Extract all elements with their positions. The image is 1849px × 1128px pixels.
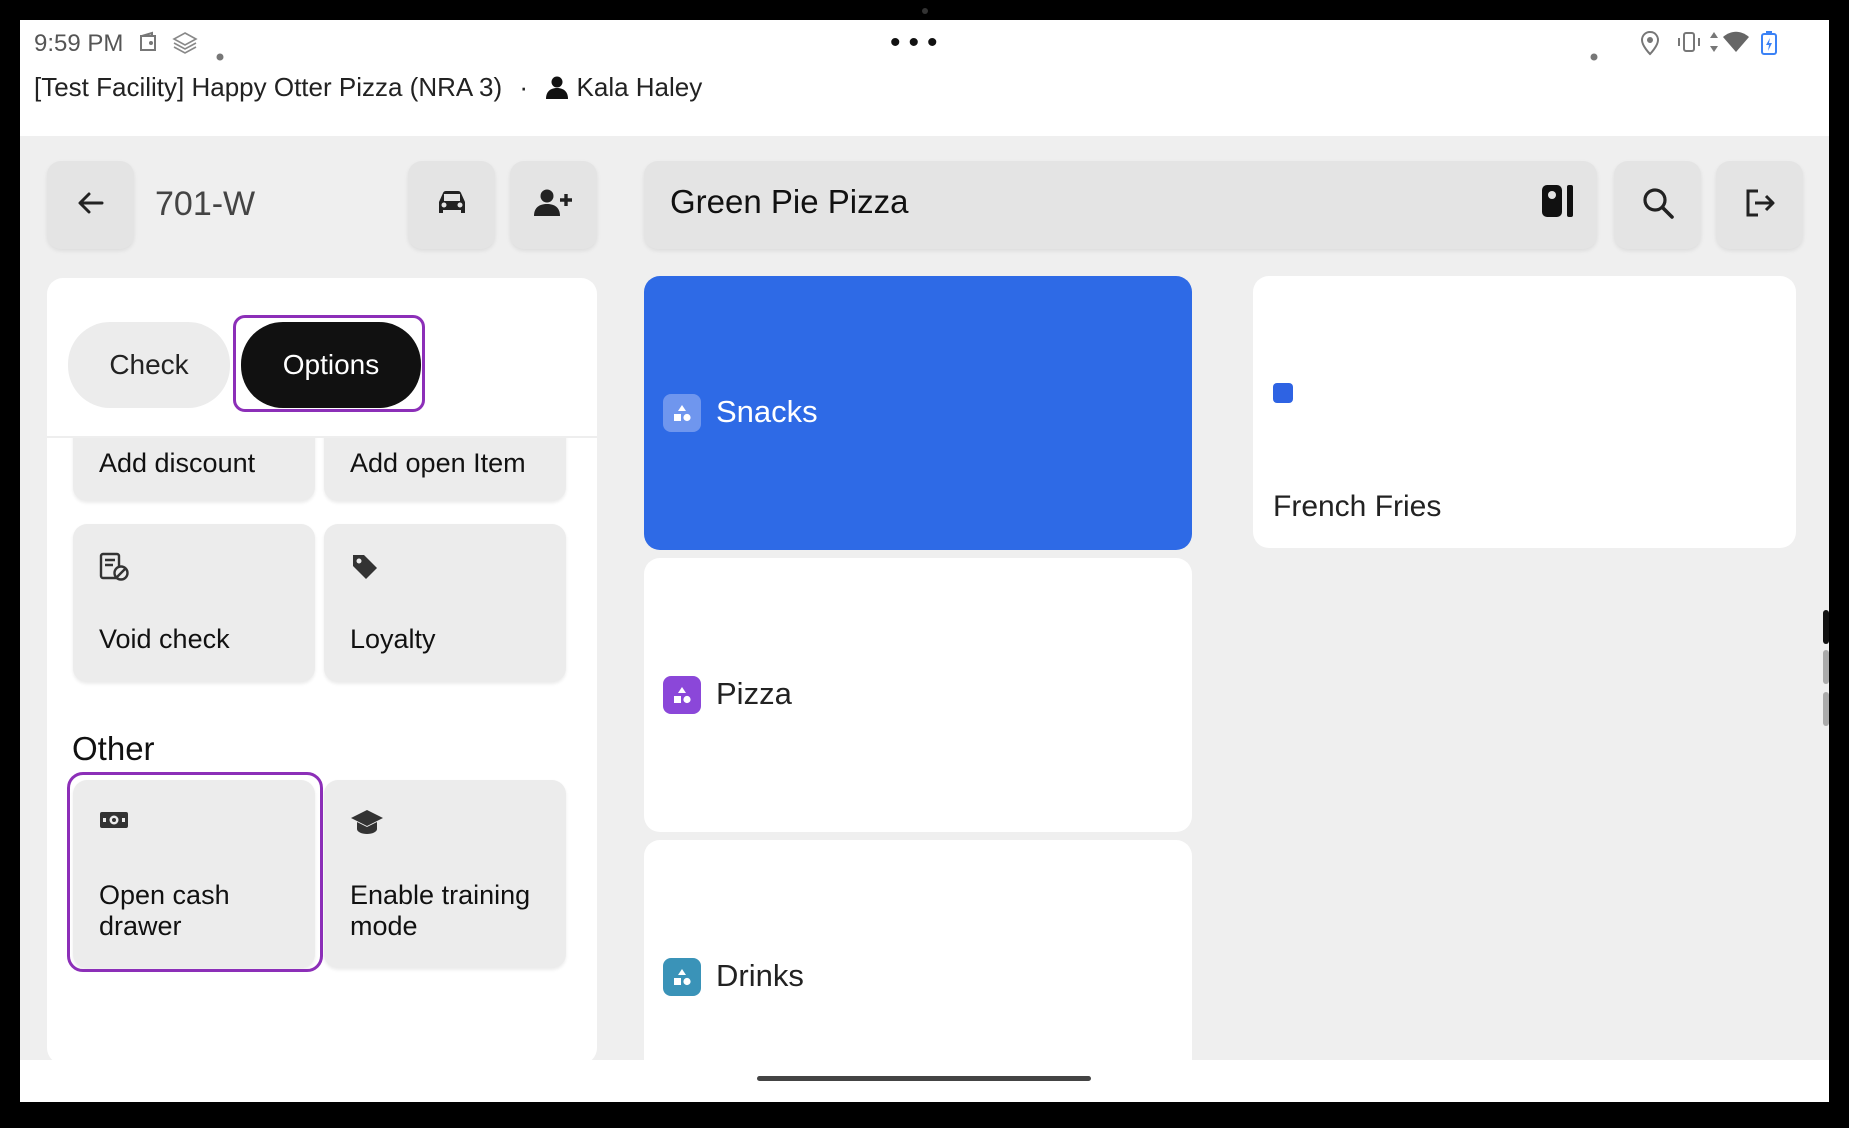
more-dots: •••: [890, 26, 946, 59]
item-color-swatch: [1273, 383, 1293, 403]
panel-toggle-icon[interactable]: [1541, 183, 1575, 224]
category-name-pizza: Pizza: [716, 676, 792, 711]
enable-training-mode-label: Enable training mode: [350, 880, 531, 941]
add-discount-label: Add discount: [99, 448, 256, 478]
system-nav-bar: [20, 1060, 1829, 1102]
camera-dot: [922, 8, 928, 14]
person-icon: [545, 75, 569, 106]
add-open-item-button[interactable]: Add open Item: [324, 438, 566, 501]
vibrate-icon: [1676, 30, 1702, 61]
side-handle: [1823, 610, 1829, 644]
car-button[interactable]: [408, 161, 495, 249]
add-guest-button[interactable]: [510, 161, 597, 249]
table-name: 701-W: [155, 185, 256, 223]
data-arrows-icon: [1708, 30, 1720, 61]
wifi-icon: [1722, 30, 1750, 61]
home-indicator[interactable]: [757, 1076, 1091, 1081]
enable-training-mode-button[interactable]: Enable training mode: [324, 780, 566, 968]
notification-dot-icon: [1590, 40, 1598, 68]
wallet-icon: [138, 30, 160, 61]
notification-dot-icon: [216, 40, 224, 68]
other-heading: Other: [72, 730, 155, 767]
facility-name: [Test Facility] Happy Otter Pizza (NRA 3…: [34, 72, 503, 102]
title-separator: ·: [519, 72, 529, 102]
tab-options-highlight: [233, 315, 425, 412]
category-badge-icon: [663, 394, 701, 432]
side-handle: [1823, 692, 1829, 726]
status-time: 9:59 PM: [34, 30, 124, 57]
search-icon: [1641, 186, 1675, 225]
user-name: Kala Haley: [576, 72, 703, 102]
void-check-label: Void check: [99, 624, 230, 654]
facility-title: [Test Facility] Happy Otter Pizza (NRA 3…: [34, 72, 702, 106]
void-receipt-icon: [99, 552, 131, 587]
back-button[interactable]: [47, 161, 134, 249]
graduation-cap-icon: [350, 808, 384, 841]
side-handle: [1823, 650, 1829, 684]
car-icon: [435, 188, 469, 223]
logout-icon: [1744, 188, 1776, 223]
category-badge-icon: [663, 676, 701, 714]
menu-item-name: French Fries: [1273, 490, 1442, 523]
add-open-item-label: Add open Item: [350, 448, 526, 478]
category-card-pizza[interactable]: Pizza: [644, 558, 1192, 832]
tag-icon: [350, 552, 380, 587]
category-badge-icon: [663, 958, 701, 996]
options-panel: Check Options Add discount Add open Item…: [47, 278, 597, 1064]
status-bar: 9:59 PM ••• [Test Facility] Happy Otter …: [20, 20, 1829, 136]
loyalty-button[interactable]: Loyalty: [324, 524, 566, 682]
logout-button[interactable]: [1716, 161, 1803, 249]
loyalty-label: Loyalty: [350, 624, 436, 654]
void-check-button[interactable]: Void check: [73, 524, 315, 682]
tab-check[interactable]: Check: [68, 322, 230, 408]
open-cash-drawer-highlight: [67, 772, 323, 972]
category-name-snacks: Snacks: [716, 394, 818, 429]
category-name-drinks: Drinks: [716, 958, 804, 993]
person-add-icon: [533, 188, 574, 223]
layers-icon: [172, 30, 198, 63]
arrow-left-icon: [76, 188, 106, 223]
add-discount-button[interactable]: Add discount: [73, 438, 315, 501]
app-screen: 9:59 PM ••• [Test Facility] Happy Otter …: [20, 20, 1829, 1102]
menu-name: Green Pie Pizza: [670, 183, 909, 220]
menu-header[interactable]: Green Pie Pizza: [644, 161, 1597, 249]
options-scroll-area[interactable]: Add discount Add open Item Void check Lo…: [47, 438, 597, 1058]
search-button[interactable]: [1614, 161, 1701, 249]
menu-item-french-fries[interactable]: French Fries: [1253, 276, 1796, 548]
category-card-snacks[interactable]: Snacks: [644, 276, 1192, 550]
battery-charging-icon: [1760, 30, 1778, 63]
location-pin-icon: [1640, 30, 1660, 63]
